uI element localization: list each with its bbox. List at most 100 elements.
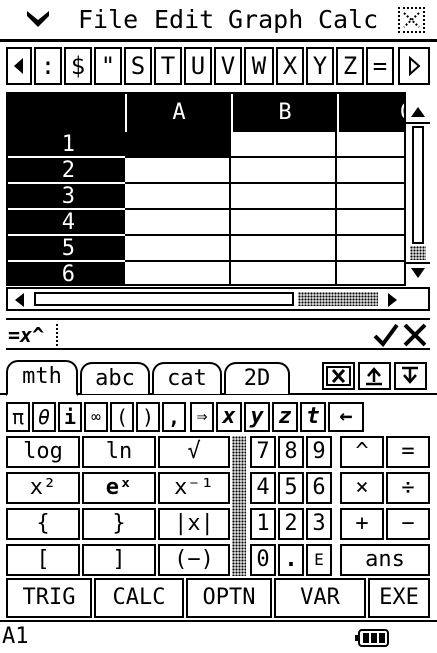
- key-exponent-e[interactable]: E: [306, 544, 332, 576]
- row-header-3[interactable]: 3: [8, 184, 125, 210]
- key-infinity[interactable]: ∞: [84, 402, 108, 432]
- sym-equals[interactable]: =: [366, 47, 394, 85]
- tab-mth[interactable]: mth: [6, 360, 78, 396]
- horizontal-scrollbar[interactable]: [6, 287, 430, 311]
- cell-A3[interactable]: [125, 184, 231, 210]
- key-multiply[interactable]: ×: [340, 472, 384, 504]
- trig-button[interactable]: TRIG: [6, 578, 92, 618]
- key-exp[interactable]: eˣ: [82, 472, 156, 504]
- key-square[interactable]: x²: [6, 472, 80, 504]
- tab-2d[interactable]: 2D: [224, 362, 290, 394]
- calc-button[interactable]: CALC: [94, 578, 184, 618]
- key-plus[interactable]: +: [340, 508, 384, 540]
- vertical-scroll-thumb[interactable]: [412, 126, 424, 244]
- scroll-left-button[interactable]: [6, 47, 32, 85]
- sym-V[interactable]: V: [214, 47, 242, 85]
- cell-A1[interactable]: [125, 132, 231, 158]
- key-log[interactable]: log: [6, 436, 80, 468]
- key-ln[interactable]: ln: [82, 436, 156, 468]
- key-comma[interactable]: ,: [162, 402, 186, 432]
- key-open-brace[interactable]: {: [6, 508, 80, 540]
- key-close-bracket[interactable]: ]: [82, 544, 156, 576]
- cell-B4[interactable]: [231, 210, 337, 236]
- sym-U[interactable]: U: [184, 47, 212, 85]
- menu-dropdown-icon[interactable]: [26, 8, 50, 30]
- key-power[interactable]: ^: [340, 436, 384, 468]
- key-y[interactable]: y: [244, 402, 270, 432]
- scroll-right-button[interactable]: [398, 47, 430, 85]
- keyboard-down-button[interactable]: [394, 362, 427, 390]
- sym-W[interactable]: W: [244, 47, 274, 85]
- sym-T[interactable]: T: [154, 47, 182, 85]
- scroll-left-icon[interactable]: [12, 291, 28, 309]
- exe-button[interactable]: EXE: [368, 578, 430, 618]
- cell-B6[interactable]: [231, 262, 337, 284]
- sym-Y[interactable]: Y: [306, 47, 334, 85]
- key-close-paren[interactable]: ): [136, 402, 160, 432]
- key-open-bracket[interactable]: [: [6, 544, 80, 576]
- horizontal-scroll-thumb[interactable]: [34, 292, 294, 306]
- scroll-down-icon[interactable]: [408, 266, 428, 280]
- key-z[interactable]: z: [272, 402, 298, 432]
- sym-quote[interactable]: ": [94, 47, 122, 85]
- key-0[interactable]: 0: [250, 544, 276, 576]
- sym-S[interactable]: S: [124, 47, 152, 85]
- keyboard-close-button[interactable]: [322, 362, 355, 390]
- row-header-6[interactable]: 6: [8, 262, 125, 284]
- tab-cat[interactable]: cat: [152, 362, 222, 394]
- key-ans[interactable]: ans: [340, 544, 430, 576]
- menu-calc[interactable]: Calc: [318, 6, 378, 34]
- cell-A5[interactable]: [125, 236, 231, 262]
- key-8[interactable]: 8: [278, 436, 304, 468]
- key-implies[interactable]: ⇒: [190, 402, 214, 432]
- col-header-A[interactable]: A: [125, 94, 231, 132]
- cell-A2[interactable]: [125, 158, 231, 184]
- key-close-brace[interactable]: }: [82, 508, 156, 540]
- formula-input[interactable]: =x^: [8, 322, 44, 348]
- key-backspace[interactable]: ←: [328, 402, 364, 432]
- sym-dollar[interactable]: $: [64, 47, 92, 85]
- key-1[interactable]: 1: [250, 508, 276, 540]
- cell-B5[interactable]: [231, 236, 337, 262]
- key-equals[interactable]: =: [386, 436, 430, 468]
- var-button[interactable]: VAR: [274, 578, 366, 618]
- scroll-right-icon[interactable]: [384, 291, 400, 309]
- key-6[interactable]: 6: [306, 472, 332, 504]
- cell-B3[interactable]: [231, 184, 337, 210]
- col-header-B[interactable]: B: [231, 94, 337, 132]
- row-header-5[interactable]: 5: [8, 236, 125, 262]
- sym-X[interactable]: X: [276, 47, 304, 85]
- key-3[interactable]: 3: [306, 508, 332, 540]
- keyboard-up-button[interactable]: [358, 362, 391, 390]
- key-pi[interactable]: π: [6, 402, 30, 432]
- sym-Z[interactable]: Z: [336, 47, 364, 85]
- key-decimal[interactable]: .: [278, 544, 304, 576]
- key-4[interactable]: 4: [250, 472, 276, 504]
- row-header-1[interactable]: 1: [8, 132, 125, 158]
- menu-graph[interactable]: Graph: [228, 6, 303, 34]
- key-2[interactable]: 2: [278, 508, 304, 540]
- key-x[interactable]: x: [216, 402, 242, 432]
- key-open-paren[interactable]: (: [110, 402, 134, 432]
- confirm-check-icon[interactable]: [372, 322, 400, 348]
- key-theta[interactable]: θ: [32, 402, 56, 432]
- key-9[interactable]: 9: [306, 436, 332, 468]
- row-header-2[interactable]: 2: [8, 158, 125, 184]
- vertical-scrollbar[interactable]: [404, 92, 430, 286]
- key-sqrt[interactable]: √: [158, 436, 230, 468]
- key-imaginary[interactable]: i: [58, 402, 82, 432]
- key-divide[interactable]: ÷: [386, 472, 430, 504]
- key-t[interactable]: t: [300, 402, 326, 432]
- cell-B1[interactable]: [231, 132, 337, 158]
- cell-A4[interactable]: [125, 210, 231, 236]
- key-5[interactable]: 5: [278, 472, 304, 504]
- key-negative[interactable]: (−): [158, 544, 230, 576]
- menu-file[interactable]: File: [78, 6, 138, 34]
- key-abs[interactable]: |x|: [158, 508, 230, 540]
- tab-abc[interactable]: abc: [80, 362, 150, 394]
- key-7[interactable]: 7: [250, 436, 276, 468]
- sym-colon[interactable]: :: [34, 47, 62, 85]
- row-header-4[interactable]: 4: [8, 210, 125, 236]
- scroll-up-icon[interactable]: [408, 104, 428, 120]
- cancel-x-icon[interactable]: [402, 322, 428, 348]
